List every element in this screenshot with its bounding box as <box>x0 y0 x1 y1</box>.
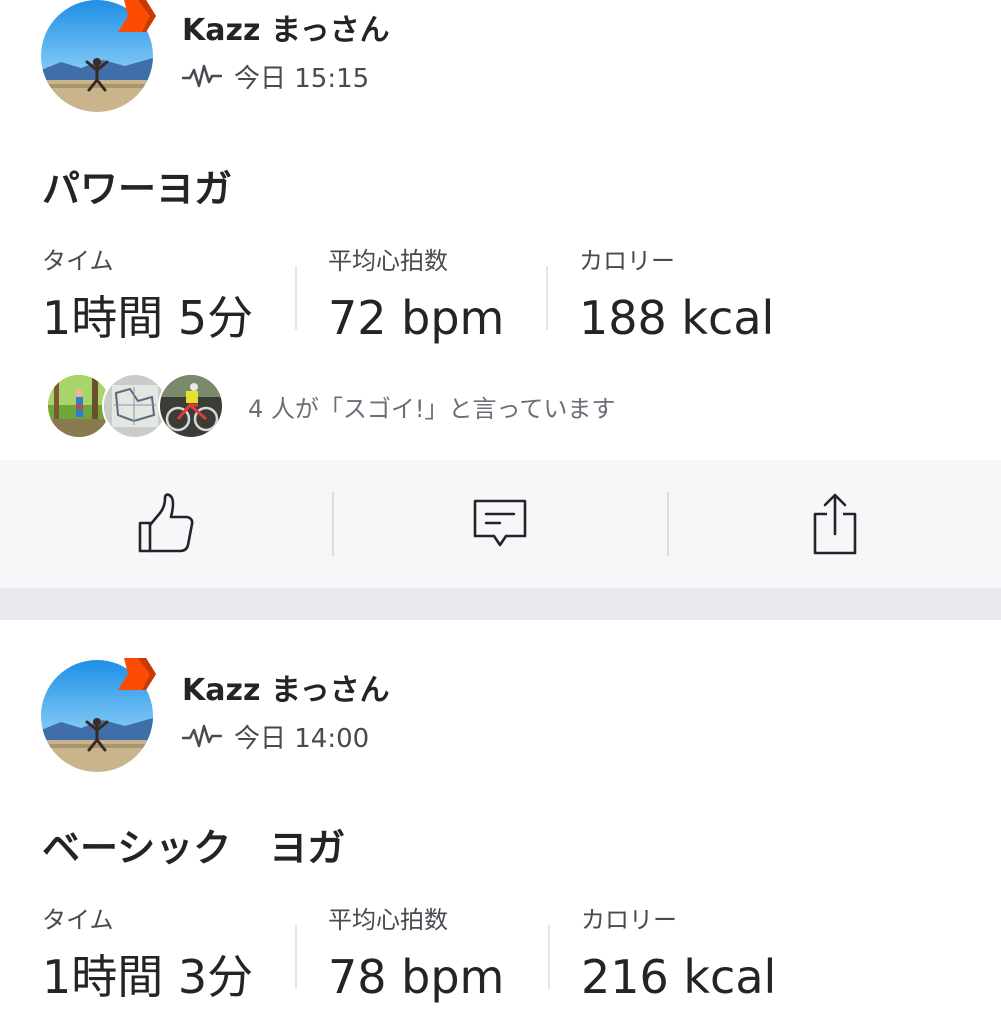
kudos-button[interactable] <box>0 460 332 588</box>
stat-value: 1時間 5分 <box>42 291 254 345</box>
stat-label: 平均心拍数 <box>328 906 448 934</box>
stat-divider <box>295 266 297 330</box>
stat-label: カロリー <box>581 906 677 934</box>
share-button[interactable] <box>669 460 1001 588</box>
stat-divider <box>295 925 297 989</box>
stat-value: 72 bpm <box>328 291 505 345</box>
stat-time: タイム 1時間 5分 <box>42 246 253 346</box>
stat-avg-heart-rate: 平均心拍数 78 bpm <box>328 905 504 1005</box>
thumbs-up-icon <box>138 493 194 553</box>
activity-action-bar <box>0 460 1001 588</box>
stat-avg-heart-rate: 平均心拍数 72 bpm <box>328 246 504 346</box>
kudo-avatar-cyclist[interactable] <box>158 373 224 439</box>
stat-calories: カロリー 216 kcal <box>581 905 776 1005</box>
athlete-name[interactable]: Kazz まっさん <box>182 5 390 49</box>
activity-title[interactable]: ベーシック ヨガ <box>42 817 345 872</box>
stat-value: 1時間 3分 <box>42 950 254 1004</box>
stat-value: 188 kcal <box>579 291 775 345</box>
share-icon <box>813 493 857 555</box>
activity-meta: 今日 15:15 <box>182 60 370 94</box>
activity-card[interactable]: Kazz まっさん 今日 14:00 ベーシック ヨガ タイム 1時間 3分 平… <box>0 620 1001 1024</box>
activity-meta: 今日 14:00 <box>182 720 370 754</box>
stat-divider <box>548 925 550 989</box>
activity-pulse-icon <box>182 64 222 88</box>
stat-label: 平均心拍数 <box>328 247 448 275</box>
kudos-summary[interactable]: 4 人が「スゴイ!」と言っています <box>46 372 615 440</box>
activity-card[interactable]: Kazz まっさん 今日 15:15 パワーヨガ タイム 1時間 5分 平均心拍… <box>0 0 1001 460</box>
kudos-count-text[interactable]: 4 人が「スゴイ!」と言っています <box>248 389 615 424</box>
athlete-name[interactable]: Kazz まっさん <box>182 665 390 709</box>
comment-icon <box>474 499 527 547</box>
stat-label: タイム <box>42 906 114 934</box>
activity-timestamp: 今日 14:00 <box>234 723 370 754</box>
activity-timestamp: 今日 15:15 <box>234 63 370 94</box>
stat-label: タイム <box>42 247 114 275</box>
comment-button[interactable] <box>334 460 666 588</box>
stat-divider <box>546 266 548 330</box>
activity-pulse-icon <box>182 724 222 748</box>
feed-separator <box>0 588 1001 620</box>
subscriber-badge-icon <box>118 0 156 32</box>
stat-label: カロリー <box>579 247 675 275</box>
subscriber-badge-icon <box>118 658 156 690</box>
stat-value: 78 bpm <box>328 950 505 1004</box>
stat-time: タイム 1時間 3分 <box>42 905 253 1005</box>
stat-calories: カロリー 188 kcal <box>579 246 774 346</box>
activity-title[interactable]: パワーヨガ <box>42 158 232 213</box>
stat-value: 216 kcal <box>581 950 777 1004</box>
